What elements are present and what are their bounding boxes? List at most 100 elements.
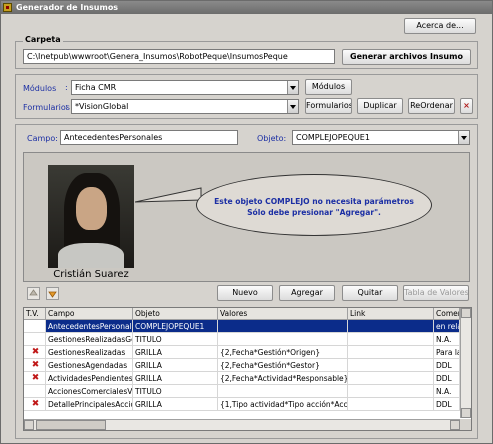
row-campo-cell: AntecedentesPersonales — [46, 320, 133, 333]
row-tv-cell[interactable]: ✖ — [24, 359, 46, 372]
row-tv-cell — [24, 333, 46, 346]
chevron-down-icon[interactable] — [287, 100, 298, 113]
scroll-up-icon[interactable] — [461, 308, 471, 318]
row-link-cell — [348, 385, 434, 398]
carpeta-label: Carpeta — [23, 35, 63, 44]
table-row[interactable]: ✖ DetallePrincipalesAccio GRILLA {1,Tipo… — [24, 398, 471, 411]
row-link-cell — [348, 333, 434, 346]
column-header-valores[interactable]: Valores — [218, 308, 348, 320]
duplicate-button[interactable]: Duplicar — [357, 98, 403, 114]
carpeta-path-field[interactable]: C:\Inetpub\wwwroot\Genera_Insumos\RobotP… — [23, 49, 335, 64]
column-header-campo[interactable]: Campo — [46, 308, 133, 320]
chevron-down-icon[interactable] — [287, 81, 298, 94]
objeto-label: Objeto: — [257, 134, 287, 143]
photo-caption: Cristián Suarez — [53, 269, 129, 280]
row-objeto-cell: TITULO — [133, 385, 218, 398]
reorder-button[interactable]: ReOrdenar — [408, 98, 455, 114]
campo-label: Campo: — [27, 134, 58, 143]
row-valores-cell: {2,Fecha*Actividad*Responsable} — [218, 372, 348, 385]
table-row[interactable]: ✖ GestionesAgendadas GRILLA {2,Fecha*Ges… — [24, 359, 471, 372]
objeto-select-value: COMPLEJOPEQUE1 — [296, 133, 370, 142]
formularios-select-value: *VisionGlobal — [75, 102, 129, 111]
new-button[interactable]: Nuevo — [217, 285, 273, 301]
photo-face — [76, 187, 107, 230]
modulos-select[interactable]: Ficha CMR — [71, 80, 299, 95]
row-valores-cell — [218, 320, 348, 333]
window-title: Generador de Insumos — [16, 3, 119, 12]
row-tv-cell — [24, 320, 46, 333]
about-button[interactable]: Acerca de... — [404, 18, 476, 34]
row-comen-cell: DDL — [434, 372, 460, 385]
formularios-colon: : — [65, 102, 68, 111]
row-campo-cell: GestionesRealizadas — [46, 346, 133, 359]
move-down-icon[interactable] — [46, 287, 59, 300]
row-objeto-cell: TITULO — [133, 333, 218, 346]
column-header-comen[interactable]: Comen — [434, 308, 460, 320]
row-campo-cell: ActividadesPendientes — [46, 372, 133, 385]
scroll-right-icon[interactable] — [450, 420, 460, 430]
row-objeto-cell: GRILLA — [133, 346, 218, 359]
modulos-colon: : — [65, 83, 68, 92]
row-campo-cell: GestionesRealizadasGes — [46, 333, 133, 346]
scroll-down-icon[interactable] — [461, 408, 471, 418]
table-row[interactable]: AntecedentesPersonales COMPLEJOPEQUE1 en… — [24, 320, 471, 333]
row-tv-cell[interactable]: ✖ — [24, 346, 46, 359]
row-valores-cell: {1,Tipo actividad*Tipo acción*Acció — [218, 398, 348, 411]
delete-form-button[interactable]: × — [460, 98, 473, 114]
row-comen-cell: N.A. — [434, 333, 460, 346]
objeto-select[interactable]: COMPLEJOPEQUE1 — [292, 130, 470, 145]
remove-button[interactable]: Quitar — [342, 285, 398, 301]
row-objeto-cell: GRILLA — [133, 372, 218, 385]
table-row[interactable]: ✖ GestionesRealizadas GRILLA {2,Fecha*Ge… — [24, 346, 471, 359]
main-window: Generador de Insumos Acerca de... Carpet… — [0, 0, 493, 444]
campo-field[interactable]: AntecedentesPersonales — [60, 130, 238, 145]
horizontal-scrollbar[interactable] — [24, 419, 460, 430]
row-campo-cell: DetallePrincipalesAccio — [46, 398, 133, 411]
add-button[interactable]: Agregar — [279, 285, 335, 301]
column-header-link[interactable]: Link — [348, 308, 434, 320]
modulos-button[interactable]: Módulos — [305, 79, 352, 95]
row-comen-cell: DDL — [434, 398, 460, 411]
values-table-button[interactable]: Tabla de Valores — [403, 285, 469, 301]
fields-table: T.V. Campo Objeto Valores Link Comen Ant… — [23, 307, 472, 431]
row-valores-cell: {2,Fecha*Gestión*Origen} — [218, 346, 348, 359]
row-comen-cell: N.A. — [434, 385, 460, 398]
scroll-left-icon[interactable] — [24, 420, 34, 430]
row-comen-cell: DDL — [434, 359, 460, 372]
column-header-tv[interactable]: T.V. — [24, 308, 46, 320]
row-valores-cell — [218, 385, 348, 398]
title-bar: Generador de Insumos — [1, 1, 492, 14]
scroll-thumb[interactable] — [36, 420, 106, 430]
row-objeto-cell: GRILLA — [133, 398, 218, 411]
row-tv-cell[interactable]: ✖ — [24, 372, 46, 385]
row-valores-cell: {2,Fecha*Gestión*Gestor} — [218, 359, 348, 372]
table-row[interactable]: AccionesComercialesVi TITULO N.A. — [24, 385, 471, 398]
bubble-line-2: Sólo debe presionar "Agregar". — [247, 208, 381, 217]
row-tv-cell[interactable]: ✖ — [24, 398, 46, 411]
formularios-button[interactable]: Formularios — [305, 98, 352, 114]
photo-shirt — [58, 243, 124, 268]
row-objeto-cell: GRILLA — [133, 359, 218, 372]
row-tv-cell — [24, 385, 46, 398]
move-up-icon[interactable] — [27, 287, 40, 300]
table-row[interactable]: GestionesRealizadasGes TITULO N.A. — [24, 333, 471, 346]
profile-photo — [48, 165, 134, 268]
row-link-cell — [348, 398, 434, 411]
row-comen-cell: en rela — [434, 320, 460, 333]
row-link-cell — [348, 320, 434, 333]
generate-files-button[interactable]: Generar archivos Insumo — [342, 49, 471, 65]
chevron-down-icon[interactable] — [458, 131, 469, 144]
vertical-scrollbar[interactable] — [460, 308, 471, 418]
speech-bubble: Este objeto COMPLEJO no necesita parámet… — [196, 174, 432, 236]
table-row[interactable]: ✖ ActividadesPendientes GRILLA {2,Fecha*… — [24, 372, 471, 385]
column-header-objeto[interactable]: Objeto — [133, 308, 218, 320]
formularios-select[interactable]: *VisionGlobal — [71, 99, 299, 114]
row-objeto-cell: COMPLEJOPEQUE1 — [133, 320, 218, 333]
app-icon — [3, 3, 12, 12]
row-link-cell — [348, 346, 434, 359]
row-valores-cell — [218, 333, 348, 346]
row-comen-cell: Para la — [434, 346, 460, 359]
row-link-cell — [348, 372, 434, 385]
row-link-cell — [348, 359, 434, 372]
row-campo-cell: AccionesComercialesVi — [46, 385, 133, 398]
